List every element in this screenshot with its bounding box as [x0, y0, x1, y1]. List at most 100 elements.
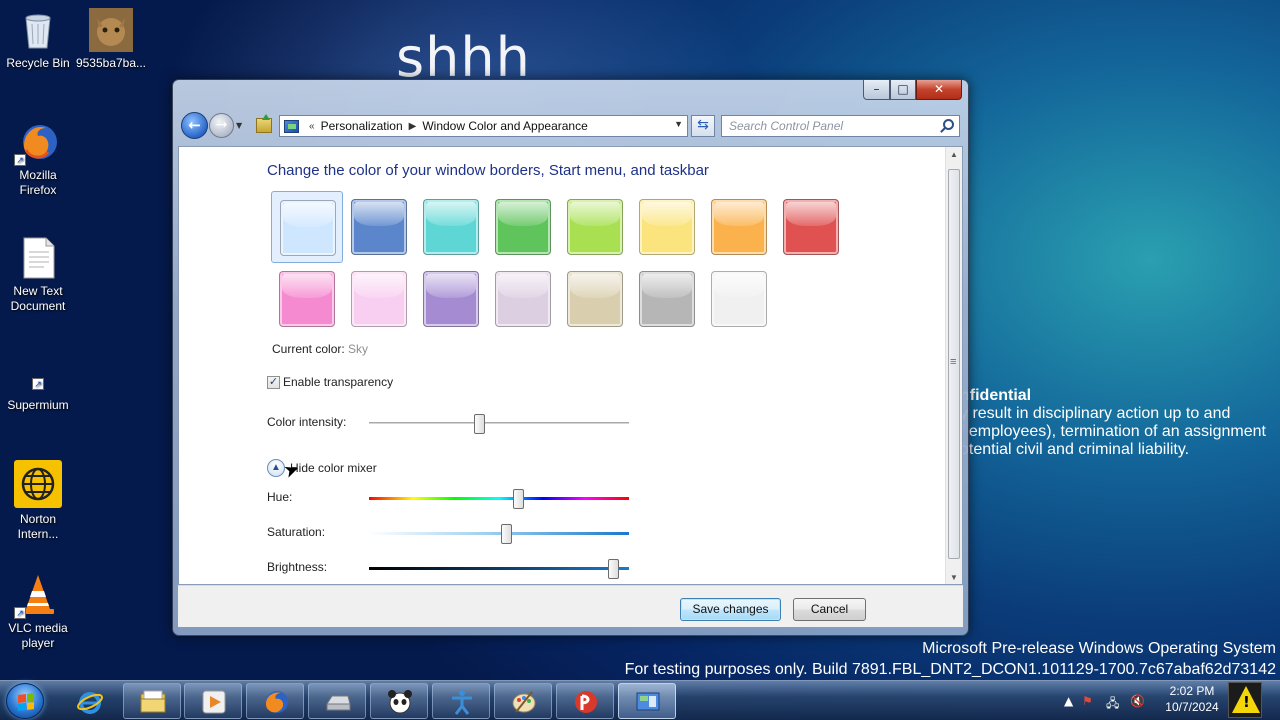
desktop-icon-label: Mozilla Firefox — [19, 168, 57, 197]
color-swatch-fill — [639, 271, 695, 327]
color-swatch[interactable] — [271, 263, 343, 335]
system-clock[interactable]: 2:02 PM 10/7/2024 — [1158, 683, 1226, 715]
internet-explorer-icon — [77, 692, 103, 714]
brightness-label: Brightness: — [267, 560, 328, 574]
taskbar-media-player[interactable] — [184, 683, 242, 719]
close-button[interactable]: ✕ — [916, 80, 962, 100]
minimize-button[interactable]: – — [863, 80, 890, 100]
search-placeholder: Search Control Panel — [729, 119, 844, 133]
saturation-slider-thumb[interactable] — [500, 524, 512, 544]
volume-muted-icon[interactable]: 🔇 — [1130, 694, 1145, 708]
up-folder-icon[interactable] — [256, 114, 272, 133]
brightness-slider-thumb[interactable] — [608, 559, 620, 579]
navigation-bar: ← → ▼ « Personalization ▶ Window Color a… — [181, 111, 962, 141]
command-bar: Save changes Cancel — [178, 585, 963, 627]
back-button[interactable]: ← — [181, 112, 208, 139]
desktop-icon-firefox[interactable]: ↗ Mozilla Firefox — [0, 120, 76, 198]
network-icon[interactable]: 🖧 — [1106, 694, 1119, 715]
color-swatch[interactable] — [415, 263, 487, 335]
enable-transparency-label[interactable]: Enable transparency — [283, 375, 393, 389]
color-swatch[interactable] — [343, 263, 415, 335]
action-center-flag-icon[interactable]: ⚑ — [1082, 694, 1093, 708]
taskbar-internet-explorer[interactable] — [60, 683, 118, 719]
shortcut-arrow-icon: ↗ — [14, 607, 26, 619]
show-hidden-icons-icon[interactable]: ▲ — [1064, 694, 1073, 708]
breadcrumb-separator-icon[interactable]: ▶ — [409, 121, 417, 132]
firefox-icon — [266, 691, 288, 713]
color-mixer-toggle-label[interactable]: Hide color mixer — [290, 461, 377, 475]
enable-transparency-row[interactable]: ✓ Enable transparency — [267, 375, 393, 389]
color-swatch[interactable] — [703, 191, 775, 263]
color-swatch[interactable] — [559, 191, 631, 263]
taskbar-firefox[interactable] — [246, 683, 304, 719]
save-changes-button[interactable]: Save changes — [680, 598, 781, 621]
breadcrumb-overflow[interactable]: « — [309, 121, 315, 132]
forward-button[interactable]: → — [209, 113, 234, 138]
saturation-track[interactable] — [369, 532, 629, 535]
taskbar-drive[interactable] — [308, 683, 366, 719]
desktop-icon-supermium[interactable]: ↗ Supermium — [0, 372, 76, 413]
scroll-down-icon[interactable]: ▼ — [950, 573, 958, 582]
color-swatch-fill — [280, 200, 336, 256]
hue-slider-thumb[interactable] — [513, 489, 525, 509]
color-swatch[interactable] — [631, 191, 703, 263]
search-icon[interactable] — [943, 119, 954, 130]
desktop-icon-text-document[interactable]: New Text Document — [0, 236, 76, 314]
breadcrumb-personalization[interactable]: Personalization — [321, 119, 403, 133]
warning-tray-icon[interactable]: ! — [1228, 682, 1262, 718]
color-swatch-fill — [711, 199, 767, 255]
color-swatch[interactable] — [775, 191, 847, 263]
start-button[interactable] — [6, 683, 44, 719]
desktop-icon-label: New Text Document — [10, 284, 66, 313]
color-swatch[interactable] — [487, 263, 559, 335]
taskbar-figure-app[interactable] — [432, 683, 490, 719]
scrollbar-thumb[interactable] — [948, 169, 960, 559]
cat-photo-icon — [89, 8, 133, 52]
taskbar-windows-explorer[interactable] — [123, 683, 181, 719]
maximize-button[interactable]: □ — [890, 80, 916, 100]
taskbar-control-panel[interactable] — [618, 683, 676, 719]
recent-pages-dropdown[interactable]: ▼ — [236, 121, 242, 130]
color-swatch[interactable] — [487, 191, 559, 263]
confidential-line: otential civil and criminal liability. — [960, 441, 1190, 458]
desktop-icon-label: Norton Intern... — [17, 512, 59, 541]
desktop-icon-vlc[interactable]: ↗ VLC media player — [0, 573, 76, 651]
cancel-button[interactable]: Cancel — [793, 598, 866, 621]
address-bar[interactable]: « Personalization ▶ Window Color and App… — [279, 115, 688, 137]
color-intensity-track[interactable] — [369, 422, 629, 425]
taskbar-red-app[interactable] — [556, 683, 614, 719]
current-color-value: Sky — [348, 342, 369, 356]
color-swatch-fill — [351, 271, 407, 327]
control-panel-icon — [284, 119, 299, 133]
desktop-icon-image-file[interactable]: 9535ba7ba... — [73, 8, 149, 71]
scroll-up-icon[interactable]: ▲ — [950, 150, 958, 159]
color-swatch[interactable] — [559, 263, 631, 335]
clock-time: 2:02 PM — [1169, 684, 1215, 698]
desktop-icon-norton[interactable]: Norton Intern... — [0, 460, 76, 542]
color-intensity-slider-thumb[interactable] — [473, 414, 485, 434]
color-swatch[interactable] — [415, 191, 487, 263]
color-swatch[interactable] — [271, 191, 343, 263]
taskbar-panda[interactable] — [370, 683, 428, 719]
desktop-icon-label: Supermium — [7, 398, 69, 412]
search-input[interactable]: Search Control Panel — [721, 115, 960, 137]
color-swatch-fill — [423, 199, 479, 255]
color-swatch[interactable] — [703, 263, 775, 335]
color-swatch[interactable] — [631, 263, 703, 335]
text-document-icon — [16, 236, 60, 280]
brightness-track[interactable] — [369, 567, 629, 570]
control-panel-window: – □ ✕ ← → ▼ « Personalization ▶ Window C… — [172, 79, 969, 636]
build-watermark: Microsoft Pre-release Windows Operating … — [625, 638, 1276, 680]
color-swatch[interactable] — [343, 191, 415, 263]
hue-track[interactable] — [369, 497, 629, 500]
refresh-button[interactable]: ⇆ — [691, 115, 715, 137]
panda-icon — [388, 690, 412, 714]
desktop-icon-recycle-bin[interactable]: Recycle Bin — [0, 8, 76, 71]
enable-transparency-checkbox[interactable]: ✓ — [267, 375, 280, 389]
current-color: Current color: Sky — [272, 342, 368, 356]
confidential-line: f employees), termination of an assignme… — [960, 423, 1266, 440]
address-dropdown-icon[interactable]: ▼ — [674, 119, 683, 129]
taskbar-paint[interactable] — [494, 683, 552, 719]
breadcrumb-window-color[interactable]: Window Color and Appearance — [422, 119, 587, 133]
vertical-scrollbar[interactable]: ▲ ▼ — [945, 147, 962, 584]
